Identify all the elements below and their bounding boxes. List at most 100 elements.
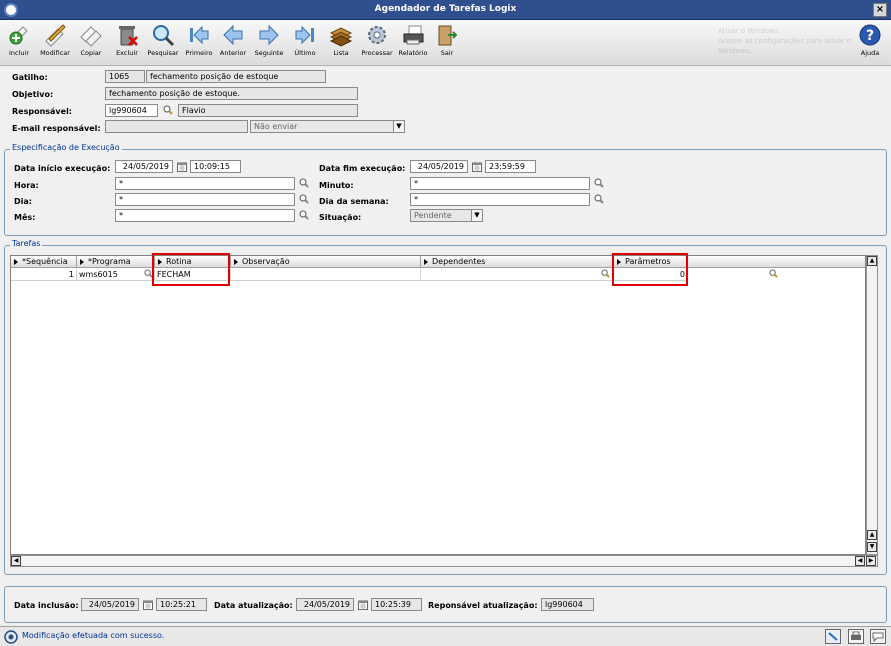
dia-lookup-icon[interactable]	[299, 194, 309, 204]
mes-lookup-icon[interactable]	[299, 210, 309, 220]
fim-label: Data fim execução:	[319, 164, 406, 173]
execucao-group-title: Especificação de Execução	[10, 143, 122, 152]
atualizacao-label: Data atualização:	[214, 601, 293, 610]
add-icon	[9, 26, 28, 45]
email-option-select[interactable]: Não enviar ▼	[250, 120, 405, 133]
parametros-lookup-icon[interactable]	[769, 269, 778, 278]
toolbar-button-pesquisar[interactable]: Pesquisar	[146, 21, 180, 65]
list-icon	[329, 27, 353, 47]
tarefas-grid: *Sequência *Programa Rotina Observação D…	[10, 255, 866, 555]
mes-field[interactable]: *	[115, 209, 295, 222]
inicio-date-field[interactable]: 24/05/2019	[115, 160, 173, 173]
scroll-left-icon[interactable]: ◀	[11, 556, 21, 566]
fim-time-field[interactable]: 23:59:59	[485, 160, 536, 173]
cell-dependentes[interactable]	[421, 269, 614, 281]
objetivo-label: Objetivo:	[12, 90, 54, 99]
toolbar-button-seguinte[interactable]: Seguinte	[252, 21, 286, 65]
toolbar-button-excluir[interactable]: Excluir	[110, 21, 144, 65]
calendar-icon[interactable]	[143, 600, 153, 610]
hora-lookup-icon[interactable]	[299, 178, 309, 188]
toolbar-button-copiar[interactable]: Copiar	[74, 21, 108, 65]
dia-field[interactable]: *	[115, 193, 295, 206]
horizontal-scrollbar[interactable]: ◀ ◀ ▶	[10, 555, 878, 567]
link-icon[interactable]	[825, 629, 841, 644]
last-icon	[295, 25, 314, 45]
objetivo-field[interactable]: fechamento posição de estoque.	[105, 87, 358, 100]
print-icon[interactable]	[848, 629, 864, 644]
gatilho-desc-field[interactable]: fechamento posição de estoque	[146, 70, 326, 83]
report-icon	[403, 25, 424, 45]
scroll-right-icon[interactable]: ▶	[866, 556, 876, 566]
email-field[interactable]	[105, 120, 248, 133]
dia-semana-field[interactable]: *	[410, 193, 590, 206]
calendar-icon[interactable]	[358, 600, 368, 610]
toolbar-button-modificar[interactable]: Modificar	[38, 21, 72, 65]
column-header-sequencia[interactable]: *Sequência	[11, 256, 77, 268]
svg-text:?: ?	[866, 28, 874, 44]
cell-observacao[interactable]	[231, 269, 421, 281]
dia-semana-label: Dia da semana:	[319, 197, 389, 206]
toolbar-button-primeiro[interactable]: Primeiro	[182, 21, 216, 65]
column-header-dependentes[interactable]: Dependentes	[421, 256, 614, 268]
calendar-icon[interactable]	[177, 162, 187, 172]
toolbar-button-ajuda[interactable]: ? Ajuda	[853, 21, 887, 65]
highlight-parametros	[612, 253, 688, 286]
toolbar-button-lista[interactable]: Lista	[324, 21, 358, 65]
hora-label: Hora:	[14, 181, 39, 190]
column-header-filler	[688, 256, 865, 268]
toolbar-button-ultimo[interactable]: Último	[288, 21, 322, 65]
vertical-scrollbar[interactable]: ▲ ▲ ▼	[866, 255, 878, 555]
minuto-field[interactable]: *	[410, 177, 590, 190]
minuto-lookup-icon[interactable]	[594, 178, 604, 188]
status-info-icon	[4, 630, 18, 644]
responsavel-name-field[interactable]: Flavio	[178, 104, 358, 117]
inicio-time-field[interactable]: 10:09:15	[190, 160, 241, 173]
responsavel-lookup-icon[interactable]	[163, 105, 173, 115]
hora-field[interactable]: *	[115, 177, 295, 190]
tarefas-group-title: Tarefas	[10, 239, 43, 248]
process-icon	[368, 26, 386, 44]
toolbar-button-sair[interactable]: Sair	[430, 21, 464, 65]
scroll-up-icon[interactable]: ▲	[867, 256, 877, 266]
status-bar: Modificação efetuada com sucesso.	[0, 626, 891, 646]
next-icon	[259, 24, 279, 46]
toolbar-button-anterior[interactable]: Anterior	[216, 21, 250, 65]
dia-semana-lookup-icon[interactable]	[594, 194, 604, 204]
sort-arrow-icon	[80, 258, 84, 265]
dia-label: Dia:	[14, 197, 32, 206]
dependentes-lookup-icon[interactable]	[601, 269, 610, 278]
toolbar-button-relatorio[interactable]: Relatório	[396, 21, 430, 65]
situacao-label: Situação:	[319, 213, 362, 222]
first-icon	[190, 25, 209, 45]
toolbar-button-processar[interactable]: Processar	[360, 21, 394, 65]
scroll-down-icon[interactable]: ▼	[867, 542, 877, 552]
column-header-observacao[interactable]: Observação	[231, 256, 421, 268]
close-button[interactable]: ×	[873, 3, 887, 17]
gatilho-code-field[interactable]: 1065	[105, 70, 145, 83]
toolbar-button-incluir[interactable]: Incluir	[2, 21, 36, 65]
responsavel-code-field[interactable]: lg990604	[105, 104, 158, 117]
chevron-down-icon: ▼	[471, 210, 482, 221]
resp-atualizacao-field[interactable]: lg990604	[541, 598, 594, 611]
inclusao-date-field[interactable]: 24/05/2019	[81, 598, 139, 611]
atualizacao-date-field[interactable]: 24/05/2019	[296, 598, 354, 611]
responsavel-label: Responsável:	[12, 107, 73, 116]
cell-sequencia[interactable]: 1	[11, 269, 77, 281]
calendar-icon[interactable]	[472, 162, 482, 172]
resp-atualizacao-label: Reponsável atualização:	[428, 601, 538, 610]
message-icon[interactable]	[870, 629, 886, 644]
status-message: Modificação efetuada com sucesso.	[22, 631, 165, 640]
fim-date-field[interactable]: 24/05/2019	[410, 160, 468, 173]
trash-icon	[119, 26, 138, 46]
column-header-programa[interactable]: *Programa	[77, 256, 155, 268]
situacao-select[interactable]: Pendente ▼	[410, 209, 483, 222]
inclusao-time-field[interactable]: 10:25:21	[156, 598, 207, 611]
atualizacao-time-field[interactable]: 10:25:39	[371, 598, 422, 611]
title-bar: Agendador de Tarefas Logix	[0, 0, 891, 20]
app-icon[interactable]	[4, 3, 18, 17]
scroll-down-small-icon[interactable]: ▲	[867, 530, 877, 540]
email-label: E-mail responsável:	[12, 124, 101, 133]
inicio-label: Data início execução:	[14, 164, 111, 173]
sort-arrow-icon	[234, 258, 238, 265]
scroll-right-small-icon[interactable]: ◀	[855, 556, 865, 566]
